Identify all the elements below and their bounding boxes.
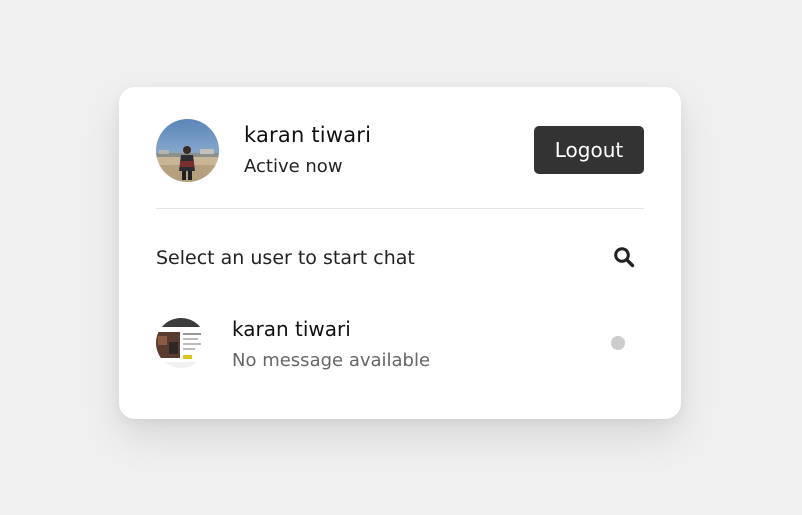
user-status: Active now	[244, 156, 343, 177]
contact-name: karan tiwari	[232, 317, 351, 341]
last-message: No message available	[232, 350, 431, 371]
logout-button[interactable]: Logout	[534, 126, 644, 174]
profile-header: karan tiwari Active now Logout	[156, 119, 644, 183]
search-icon	[613, 246, 635, 272]
chat-panel: karan tiwari Active now Logout Select an…	[119, 87, 681, 419]
avatar	[156, 119, 219, 182]
user-name: karan tiwari	[244, 123, 372, 147]
search-button[interactable]	[604, 239, 644, 279]
status-dot-icon	[611, 336, 625, 350]
divider	[156, 208, 644, 209]
avatar	[156, 318, 206, 368]
search-prompt: Select an user to start chat	[156, 247, 415, 269]
user-list-item[interactable]: karan tiwari No message available	[156, 317, 644, 373]
search-bar: Select an user to start chat	[156, 239, 644, 279]
